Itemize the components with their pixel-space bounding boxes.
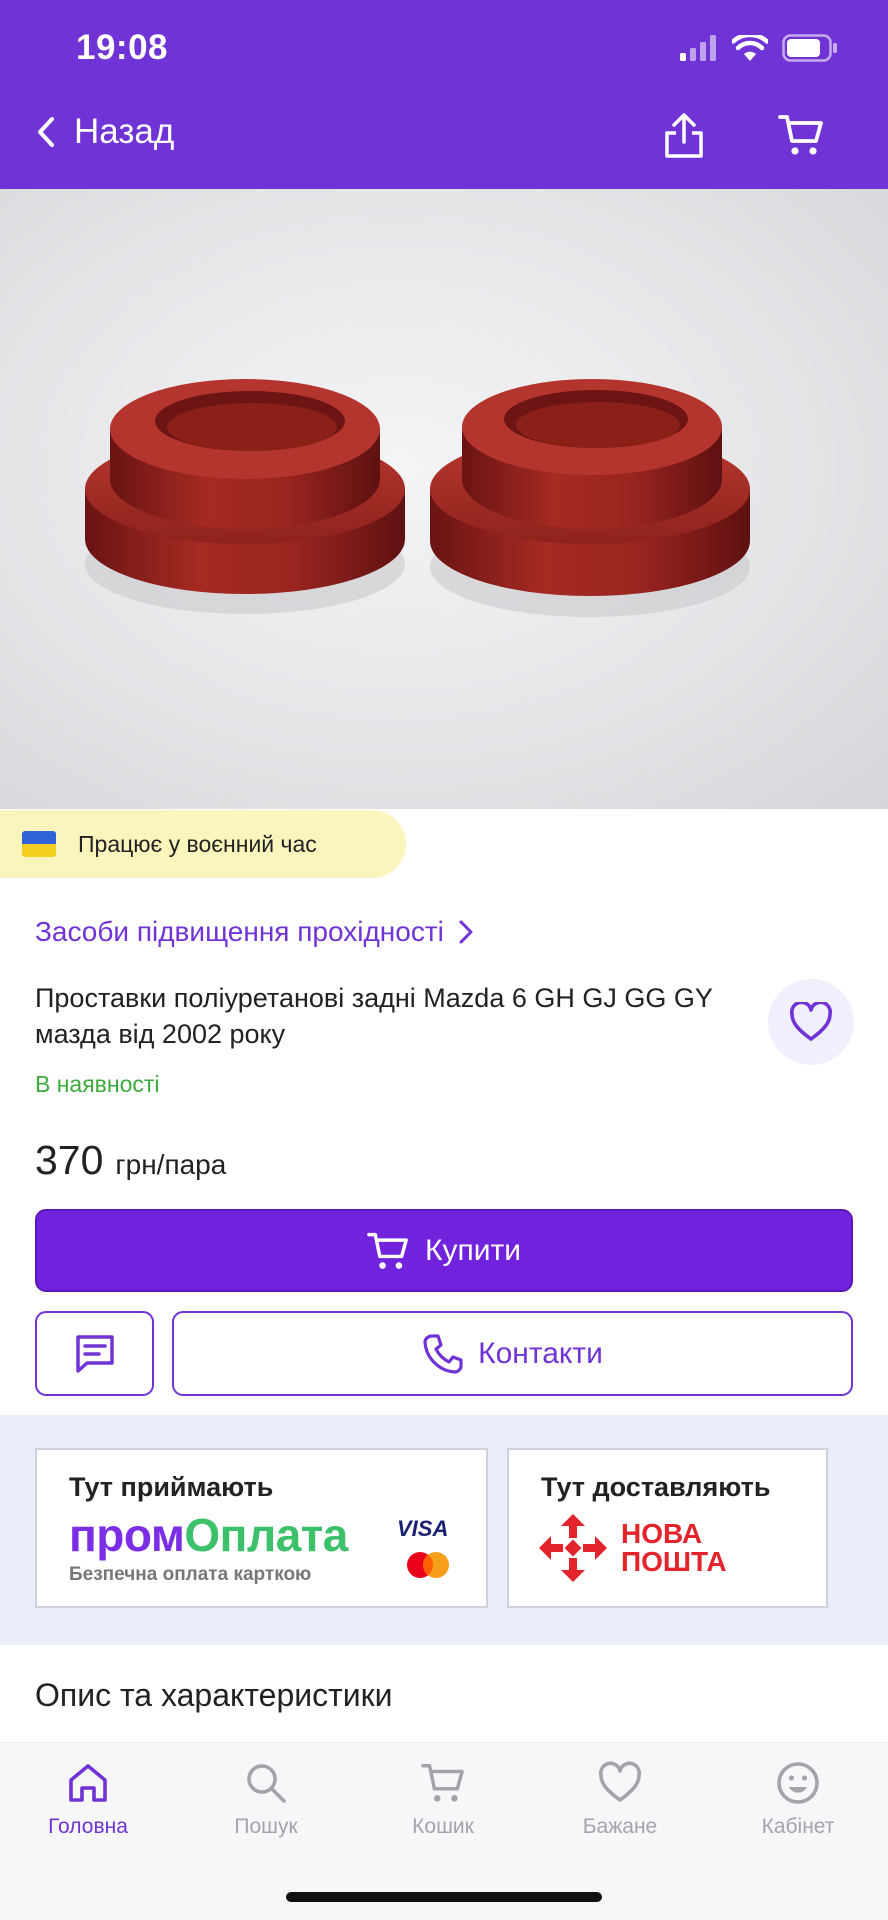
contacts-button[interactable]: Контакти xyxy=(172,1311,853,1396)
tab-label: Бажане xyxy=(582,1815,658,1838)
heart-icon xyxy=(790,1002,832,1041)
status-icons xyxy=(680,30,838,66)
tab-cart[interactable]: Кошик xyxy=(373,1761,513,1839)
buy-button[interactable]: Купити xyxy=(35,1209,853,1292)
category-label: Засоби підвищення прохідності xyxy=(35,916,444,947)
mastercard-icon xyxy=(407,1552,449,1578)
visa-logo: VISA xyxy=(397,1516,449,1541)
payment-subtitle: Безпечна оплата карткою xyxy=(69,1564,312,1585)
payment-card-title: Тут приймають xyxy=(69,1472,274,1502)
description-title: Опис та характеристики xyxy=(35,1677,393,1713)
tab-label: Кабінет xyxy=(761,1815,835,1838)
home-icon xyxy=(69,1764,107,1802)
home-indicator xyxy=(286,1892,602,1902)
cart-icon xyxy=(367,1232,408,1269)
cart-icon xyxy=(421,1764,464,1802)
category-link[interactable]: Засоби підвищення прохідності xyxy=(35,916,474,948)
product-photo xyxy=(85,379,750,617)
top-bar: 19:08 Назад xyxy=(0,0,888,189)
wartime-text: Працює у воєнний час xyxy=(78,830,317,857)
payment-card[interactable]: Тут приймають промОплата Безпечна оплата… xyxy=(35,1448,488,1608)
wartime-banner: Працює у воєнний час xyxy=(0,810,406,878)
prom-payment-logo: промОплата xyxy=(69,1508,348,1562)
nova-poshta-text: НОВА ПОШТА xyxy=(621,1520,727,1576)
np-line-1: НОВА xyxy=(621,1518,703,1549)
favorite-button[interactable] xyxy=(768,979,854,1065)
phone-icon xyxy=(423,1333,463,1374)
search-icon xyxy=(247,1764,286,1803)
delivery-card[interactable]: Тут доставляють НОВА ПОШТА xyxy=(507,1448,828,1608)
contacts-label: Контакти xyxy=(478,1336,603,1370)
delivery-card-title: Тут доставляють xyxy=(541,1472,771,1502)
product-image[interactable] xyxy=(0,189,888,809)
wifi-icon xyxy=(732,34,768,61)
price-unit: грн/пара xyxy=(115,1149,227,1180)
nav-actions xyxy=(662,113,824,159)
chat-button[interactable] xyxy=(35,1311,154,1396)
back-button[interactable]: Назад xyxy=(36,112,174,152)
buy-label: Купити xyxy=(425,1233,521,1267)
nova-poshta-icon xyxy=(539,1514,607,1582)
tab-label: Кошик xyxy=(412,1815,474,1838)
tab-search[interactable]: Пошук xyxy=(196,1761,336,1839)
back-label: Назад xyxy=(74,112,175,151)
chevron-left-icon xyxy=(38,117,54,147)
tab-account[interactable]: Кабінет xyxy=(728,1761,868,1839)
tab-favorites[interactable]: Бажане xyxy=(550,1761,690,1839)
tab-label: Пошук xyxy=(234,1815,298,1838)
cart-icon[interactable] xyxy=(778,113,824,157)
price-value: 370 xyxy=(35,1137,104,1183)
ukraine-flag-icon xyxy=(22,831,56,857)
smiley-icon xyxy=(777,1762,819,1804)
brand-part-1: пром xyxy=(69,1509,185,1561)
nova-poshta-logo: НОВА ПОШТА xyxy=(537,1512,727,1584)
product-title: Проставки поліуретанові задні Mazda 6 GH… xyxy=(35,983,713,1049)
message-icon xyxy=(75,1334,114,1373)
tab-label: Головна xyxy=(48,1815,128,1838)
screen: 19:08 Назад Працює у воєнний час Засоби … xyxy=(0,0,888,1920)
signal-icon xyxy=(680,35,716,61)
chevron-right-icon xyxy=(459,920,473,944)
battery-icon xyxy=(782,34,837,62)
heart-icon xyxy=(599,1761,641,1802)
np-line-2: ПОШТА xyxy=(621,1546,727,1577)
share-icon[interactable] xyxy=(662,113,706,159)
status-time: 19:08 xyxy=(76,28,169,67)
stock-status: В наявності xyxy=(35,1071,160,1097)
tab-home[interactable]: Головна xyxy=(18,1761,158,1839)
brand-part-2: Оплата xyxy=(184,1509,348,1561)
promo-area: Тут приймають промОплата Безпечна оплата… xyxy=(0,1415,888,1645)
price: 370 грн/пара xyxy=(35,1137,226,1184)
